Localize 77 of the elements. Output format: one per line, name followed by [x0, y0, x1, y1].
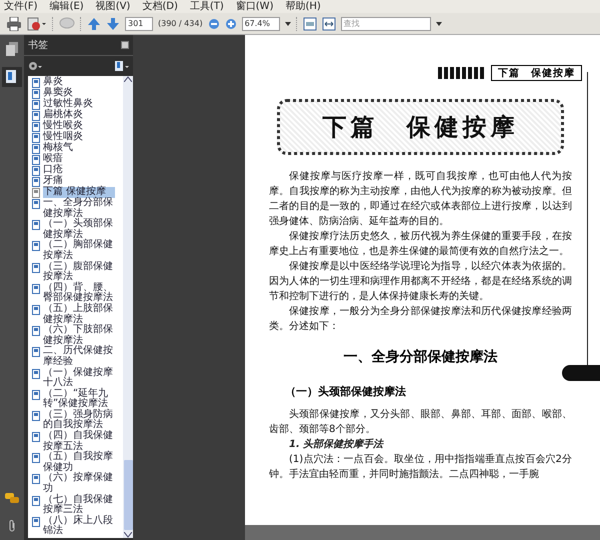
bookmark-item[interactable]: 下篇 保健按摩	[43, 187, 115, 198]
bookmark-item[interactable]: 过敏性鼻炎	[43, 99, 115, 110]
new-bookmark-icon[interactable]	[115, 61, 129, 71]
bookmark-item[interactable]: 慢性咽炎	[43, 132, 115, 143]
bookmark-icon	[32, 453, 40, 464]
page-number-field[interactable]: 301	[125, 16, 153, 30]
list-item-heading: 1. 头部保健按摩手法	[289, 437, 385, 452]
menu-item[interactable]: 文档(D)	[142, 0, 178, 12]
bookmark-item[interactable]: 喉瘖	[43, 154, 115, 165]
bookmark-item[interactable]: （六）按摩保健功	[43, 473, 115, 495]
panel-title: 书签	[28, 38, 48, 52]
bookmark-item[interactable]: 慢性喉炎	[43, 121, 115, 132]
dropdown-caret-icon[interactable]	[436, 22, 442, 26]
bookmark-item[interactable]: 扁桃体炎	[43, 110, 115, 121]
create-document-button[interactable]	[27, 16, 47, 32]
bookmark-icon	[32, 262, 40, 273]
bookmark-icon	[6, 70, 18, 84]
bookmark-item[interactable]: 鼻炎	[43, 77, 115, 88]
bookmark-item[interactable]: （二）胸部保健按摩法	[43, 240, 115, 262]
previous-page-button[interactable]	[87, 16, 101, 32]
scrollbar[interactable]	[123, 76, 133, 538]
chapter-title: 下篇 保健按摩	[322, 112, 518, 143]
bookmark-item[interactable]: 鼻窦炎	[43, 88, 115, 99]
paperclip-icon	[7, 519, 17, 533]
bookmark-icon	[32, 347, 40, 358]
section-heading: 一、全身分部保健按摩法	[342, 348, 498, 366]
paragraph: 保健按摩与医疗按摩一样，既可自我按摩，也可由他人代为按摩。自我按摩的称为主动按摩，由他人代为按摩的称为被动按摩。但二者的目的是一致的，即通过在经穴或体表部位上进行按摩，以达到强身健体、防病治病、延年益寿的目的。	[269, 170, 572, 229]
bookmark-item[interactable]: 牙痛	[43, 176, 115, 187]
bookmark-icon	[32, 326, 40, 336]
bookmark-item[interactable]: （七）自我保健按摩三法	[43, 494, 115, 516]
bookmark-item[interactable]: 梅核气	[43, 143, 115, 154]
menu-item[interactable]: 文件(F)	[4, 0, 38, 12]
bookmark-item[interactable]: （四）背、腰、臀部保健按摩法	[43, 282, 115, 304]
bookmark-item[interactable]: （二）“延年九转”保健按摩法	[43, 388, 115, 410]
bookmark-icon	[32, 432, 40, 442]
bookmark-icon	[32, 496, 40, 506]
bookmark-item[interactable]: 二、历代保健按摩经验	[43, 346, 115, 368]
bookmark-item[interactable]: （三）腹部保健按摩法	[43, 262, 115, 283]
bookmark-icon	[32, 220, 40, 230]
bookmark-icon	[32, 516, 40, 527]
menu-item[interactable]: 工具(T)	[190, 0, 224, 12]
print-button[interactable]	[6, 16, 22, 32]
bookmark-item[interactable]: 口疮	[43, 165, 115, 176]
pages-icon	[6, 42, 18, 56]
speech-bubbles-icon	[5, 493, 19, 505]
scroll-down-icon[interactable]	[124, 532, 132, 538]
paragraph: 保健按摩疗法历史悠久，被历代视为养生保健的重要手段，在按摩史上占有重要地位，也是养生保健的最简便有效的自然疗法之一。	[269, 230, 572, 259]
bookmark-icon	[32, 368, 40, 378]
paragraph: 保健按摩是以中医经络学说理论为指导，以经穴体表为依据的。因为人体的一切生理和病理作用都离不开经络，都是在经络系统的调节和控制下进行的，是人体保持健康长寿的关键。	[269, 260, 572, 304]
options-gear-icon[interactable]	[28, 61, 42, 71]
menu-item[interactable]: 视图(V)	[96, 0, 130, 12]
bookmarks-panel-button[interactable]	[2, 67, 22, 87]
bookmark-icon	[32, 474, 40, 484]
bookmark-icon	[32, 410, 40, 421]
bookmark-icon	[32, 390, 40, 400]
fit-width-button[interactable]	[322, 16, 336, 32]
paragraph: 头颈部保健按摩，又分头部、眼部、鼻部、耳部、面部、喉部、齿部、颈部等8个部分。	[269, 408, 572, 437]
menu-item[interactable]: 窗口(W)	[236, 0, 274, 12]
menu-item[interactable]: 帮助(H)	[285, 0, 321, 12]
page-count: (390 / 434)	[158, 19, 203, 28]
zoom-field[interactable]: 67.4%	[242, 16, 280, 30]
bookmark-item[interactable]: （八）床上八段锦法	[43, 516, 115, 537]
fit-page-button[interactable]	[302, 16, 317, 32]
bookmark-icon	[32, 241, 40, 252]
panel-menu-icon[interactable]	[121, 41, 129, 49]
running-header: 下篇 保健按摩	[491, 65, 582, 81]
paragraph: 保健按摩，一般分为全身分部保健按摩法和历代保健按摩经验两类。分述如下：	[269, 304, 572, 334]
bookmark-item[interactable]: （一）保健按摩十八法	[43, 368, 115, 389]
bookmark-icon	[32, 284, 40, 294]
subsection-heading: （一）头颈部保健按摩法	[285, 384, 407, 399]
next-page-button[interactable]	[106, 16, 120, 32]
bookmark-icon	[32, 304, 40, 315]
dropdown-caret-icon[interactable]	[284, 22, 291, 26]
paragraph: (1)点穴法：一点百会。取坐位，用中指指端垂直点按百会穴2分钟。手法宜由轻而重，并同时施指颤法。二点四神聪，一手腕	[269, 452, 572, 482]
scroll-up-icon[interactable]	[124, 76, 132, 82]
menu-item[interactable]: 编辑(E)	[50, 0, 84, 12]
scroll-thumb[interactable]	[124, 460, 132, 530]
